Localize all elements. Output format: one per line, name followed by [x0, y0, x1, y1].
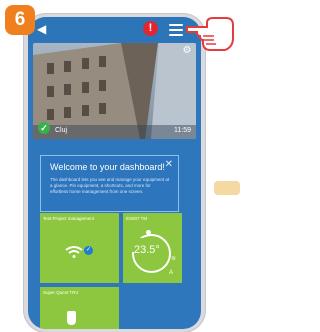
close-icon[interactable]: ✕ [165, 159, 173, 170]
side-tab [214, 181, 240, 195]
photo-time: 11:59 [174, 127, 191, 134]
valve-icon [67, 311, 76, 325]
welcome-title: Welcome to your dashboard! [50, 162, 165, 172]
building-photo [33, 43, 196, 139]
dial-handle-icon [146, 230, 151, 235]
location-name: Cluj [55, 127, 68, 134]
device-tile-thermostat[interactable]: ES007 TM 23.5° ≋ A [123, 213, 182, 283]
check-icon: ✓ [84, 246, 93, 255]
hamburger-menu-icon[interactable] [169, 24, 183, 39]
tile-label: Super Quest TRV [43, 290, 79, 295]
tile-label: Test Project management [43, 216, 95, 221]
device-tile-trv[interactable]: Super Quest TRV [40, 287, 119, 329]
location-photo-card[interactable]: ⚙ ✓ Cluj 11:59 [33, 43, 196, 139]
wifi-icon [65, 246, 83, 258]
auto-mode-icon: A [168, 270, 173, 276]
welcome-text: The dashboard lets you see and manage yo… [50, 177, 170, 194]
pointing-hand-icon [186, 17, 234, 51]
back-arrow-icon[interactable]: ◀ [37, 22, 46, 36]
temperature-value: 23.5° [134, 244, 160, 256]
phone-frame: ◀ ! ⚙ ✓ Cluj 11:59 Welcome to your dashb… [24, 14, 205, 332]
tile-label: ES007 TM [126, 216, 148, 221]
app-screen: ◀ ! ⚙ ✓ Cluj 11:59 Welcome to your dashb… [28, 17, 201, 329]
welcome-panel: Welcome to your dashboard! ✕ The dashboa… [40, 155, 179, 212]
step-number-badge: 6 [5, 5, 35, 35]
top-bar: ◀ ! [28, 17, 201, 42]
heat-mode-icon: ≋ [170, 256, 176, 262]
alert-icon[interactable]: ! [143, 21, 158, 36]
device-tile-project[interactable]: Test Project management ✓ [40, 213, 119, 283]
check-icon: ✓ [38, 122, 50, 134]
